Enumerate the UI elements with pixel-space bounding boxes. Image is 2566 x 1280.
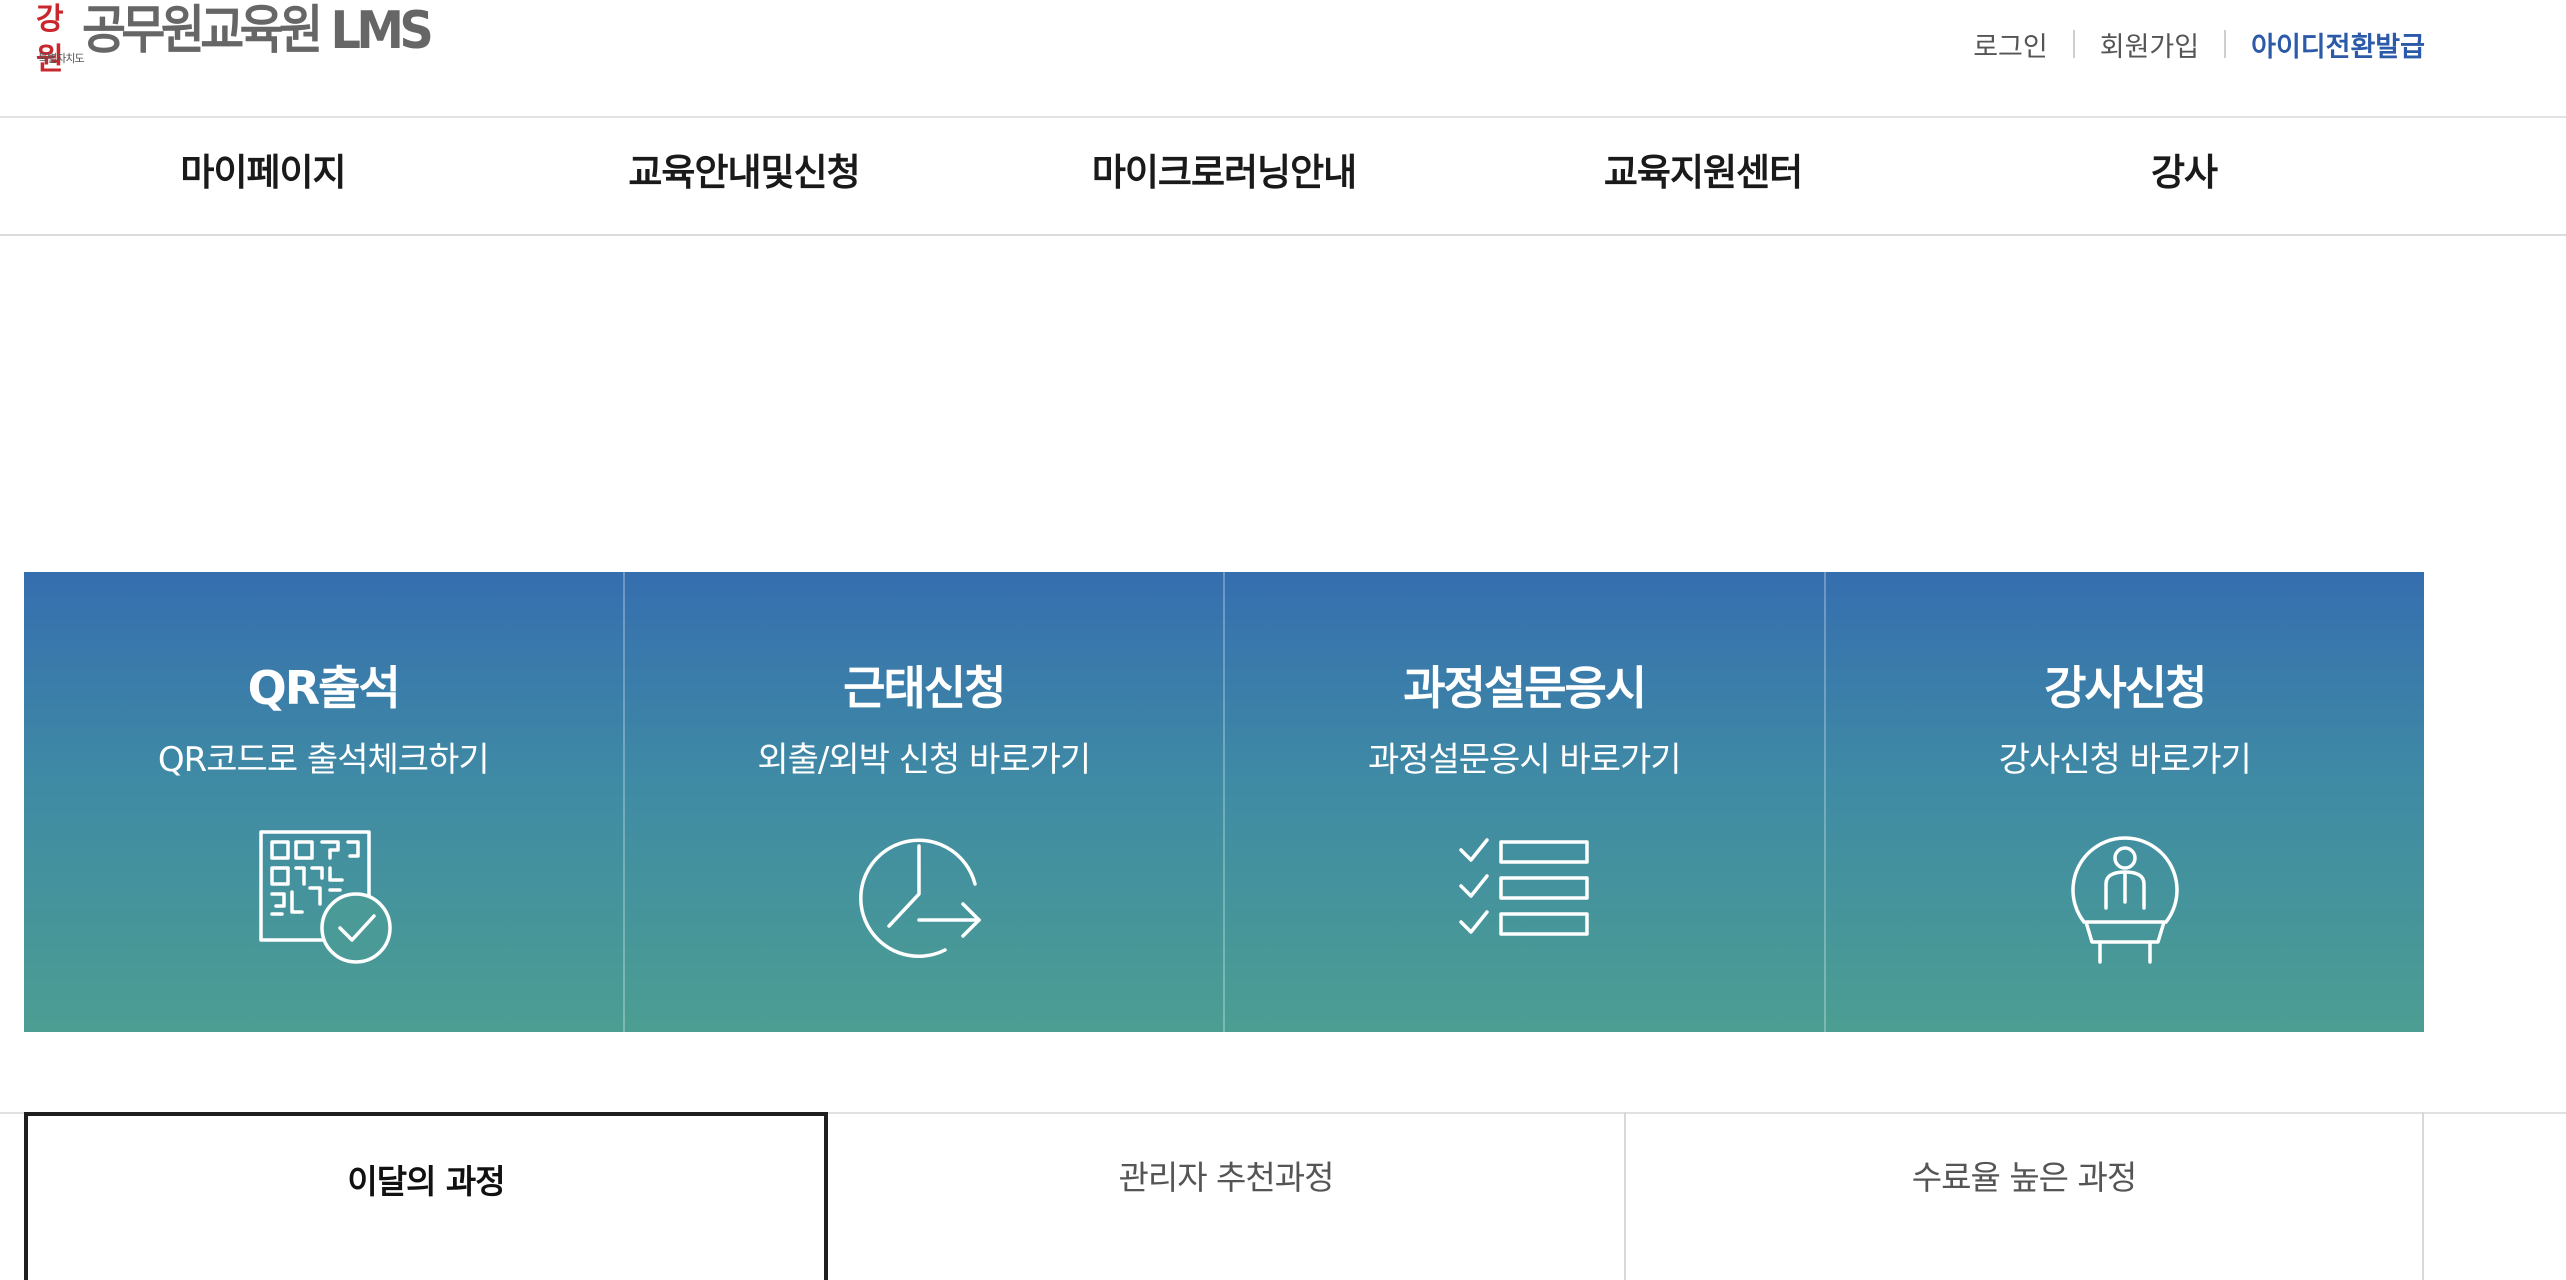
nav-item-education[interactable]: 교육안내및신청	[628, 118, 860, 234]
tab-this-month-course[interactable]: 이달의 과정	[24, 1112, 828, 1280]
tab-admin-recommended[interactable]: 관리자 추천과정	[828, 1112, 1626, 1280]
tile-title: 근태신청	[843, 661, 1006, 715]
nav-item-mypage[interactable]: 마이페이지	[180, 118, 346, 234]
tile-description: 강사신청 바로가기	[1998, 740, 2252, 780]
course-tabs: 이달의 과정 관리자 추천과정 수료율 높은 과정	[24, 1112, 2424, 1280]
tile-title: QR출석	[247, 661, 401, 715]
quick-menu: QR출석 QR코드로 출석체크하기 근태신청 외출/외박 신청 바로가기 과정설…	[24, 572, 2424, 1032]
quick-tile-course-survey[interactable]: 과정설문응시 과정설문응시 바로가기	[1225, 572, 1826, 1032]
tab-label: 수료율 높은 과정	[1911, 1158, 2138, 1197]
site-logo[interactable]: 강원 특별자치도 공무원교육원 LMS	[36, 0, 459, 77]
lecturer-podium-icon	[2050, 822, 2200, 972]
login-link[interactable]: 로그인	[1973, 25, 2048, 64]
signup-link[interactable]: 회원가입	[2100, 25, 2199, 64]
util-divider	[2224, 30, 2227, 58]
tab-label: 이달의 과정	[347, 1162, 505, 1201]
nav-item-microlearning[interactable]: 마이크로러닝안내	[1092, 118, 1357, 234]
tile-title: 강사신청	[2044, 661, 2207, 715]
tile-description: 과정설문응시 바로가기	[1367, 740, 1682, 780]
logo-mark-subtext: 특별자치도	[38, 52, 85, 65]
tab-label: 관리자 추천과정	[1118, 1158, 1334, 1197]
logo-mark-text: 강원	[36, 2, 64, 77]
tile-description: QR코드로 출석체크하기	[157, 740, 490, 780]
nav-item-lecturer[interactable]: 강사	[2151, 118, 2218, 234]
quick-tile-qr-attendance[interactable]: QR출석 QR코드로 출석체크하기	[24, 572, 625, 1032]
qr-check-icon	[248, 822, 398, 972]
id-convert-link[interactable]: 아이디전환발급	[2251, 25, 2425, 64]
logo-emblem: 강원 특별자치도	[36, 0, 85, 77]
tile-description: 외출/외박 신청 바로가기	[757, 740, 1091, 780]
util-menu: 로그인 회원가입 아이디전환발급	[1973, 22, 2425, 66]
clock-arrow-icon	[849, 822, 999, 972]
util-divider	[2072, 30, 2075, 58]
tab-high-completion[interactable]: 수료율 높은 과정	[1626, 1112, 2424, 1280]
nav-item-support-center[interactable]: 교육지원센터	[1604, 118, 1803, 234]
quick-tile-lecturer-apply[interactable]: 강사신청 강사신청 바로가기	[1826, 572, 2425, 1032]
quick-tile-leave-request[interactable]: 근태신청 외출/외박 신청 바로가기	[625, 572, 1225, 1032]
tile-title: 과정설문응시	[1403, 661, 1647, 715]
checklist-icon	[1449, 822, 1599, 972]
logo-title: 공무원교육원 LMS	[82, 1, 434, 61]
site-header: 강원 특별자치도 공무원교육원 LMS 로그인 회원가입 아이디전환발급	[0, 0, 2566, 118]
main-navigation: 마이페이지 교육안내및신청 마이크로러닝안내 교육지원센터 강사	[0, 118, 2566, 236]
